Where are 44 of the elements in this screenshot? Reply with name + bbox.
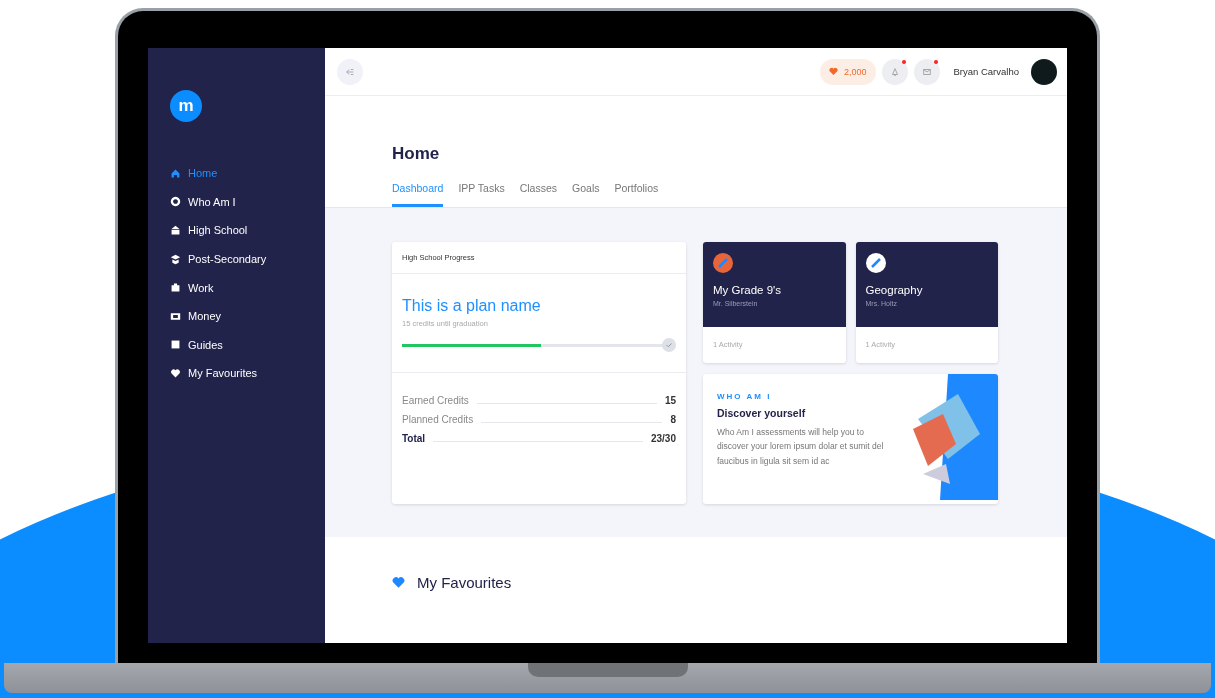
nav-icon [170, 253, 181, 265]
sidebar-item[interactable]: Post-Secondary [170, 250, 325, 268]
class-title: My Grade 9's [713, 284, 783, 296]
tab[interactable]: Goals [572, 182, 600, 207]
avatar[interactable] [1031, 58, 1057, 85]
credit-value: 15 [664, 395, 676, 406]
sidebar-item[interactable]: Work [170, 279, 325, 296]
mail-icon [921, 66, 932, 77]
tab[interactable]: Classes [519, 182, 558, 207]
nav-icon [170, 367, 181, 379]
tab[interactable]: Portfolios [614, 182, 659, 207]
collapse-icon [345, 66, 355, 77]
heart-icon [392, 576, 405, 589]
credit-label: Planned Credits [402, 414, 474, 425]
credit-label: Earned Credits [402, 395, 469, 406]
sidebar-item[interactable]: My Favourites [170, 365, 325, 382]
nav-icon [170, 196, 181, 208]
credit-label: Total [402, 433, 426, 444]
sidebar-item[interactable]: Home [170, 165, 325, 182]
class-title: Geography [865, 284, 924, 296]
nav-icon [170, 310, 181, 322]
credit-value: 8 [670, 414, 676, 425]
sidebar-item[interactable]: High School [170, 222, 325, 239]
credit-value: 23/30 [650, 433, 676, 444]
section-title: My Favourites [417, 574, 512, 591]
nav-icon [170, 225, 181, 236]
notifications-button[interactable] [881, 58, 908, 85]
nav-icon [170, 339, 181, 351]
page-title: Home [392, 144, 441, 164]
sidebar-item[interactable]: Who Am I [170, 193, 325, 211]
heart-icon [829, 67, 838, 76]
messages-button[interactable] [913, 58, 940, 85]
user-name: Bryan Carvalho [953, 66, 1019, 77]
tab[interactable]: IPP Tasks [458, 182, 505, 207]
points-count: 2,000 [844, 66, 867, 77]
promo-eyebrow: WHO AM I [717, 392, 773, 401]
nav-icon [170, 167, 181, 179]
nav-icon [170, 282, 181, 294]
sidebar-item[interactable]: Money [170, 307, 325, 325]
promo-text: Who Am I assessments will help you to discover your lorem ipsum dolar et sumit del faucibus in ligula sit sem id ac [717, 426, 885, 468]
bell-icon [889, 66, 900, 77]
sidebar-item[interactable]: Guides [170, 336, 325, 354]
promo-title: Discover yourself [717, 407, 807, 419]
collapse-button[interactable] [337, 58, 363, 85]
